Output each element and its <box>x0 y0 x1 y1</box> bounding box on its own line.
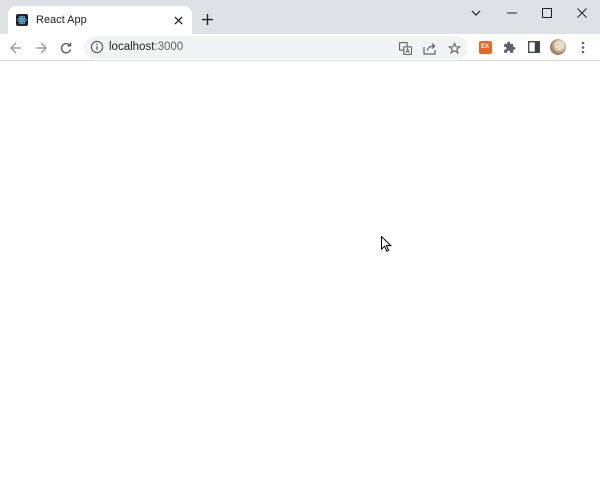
browser-tab[interactable]: React App <box>8 6 192 34</box>
browser-titlebar: React App <box>0 0 600 34</box>
address-bar-url[interactable]: localhost:3000 <box>109 41 183 53</box>
star-icon[interactable] <box>446 40 462 56</box>
translate-icon[interactable] <box>397 40 413 56</box>
close-window-icon[interactable] <box>564 0 600 26</box>
mouse-cursor-icon <box>381 235 393 257</box>
share-icon[interactable] <box>421 40 437 56</box>
extension-button[interactable]: EX <box>477 39 493 55</box>
maximize-icon[interactable] <box>529 0 565 26</box>
arrow-right-icon[interactable] <box>32 39 50 57</box>
arrow-left-icon[interactable] <box>7 39 25 57</box>
new-tab-button[interactable] <box>199 11 215 27</box>
side-panel-icon[interactable] <box>526 39 542 55</box>
info-icon[interactable] <box>90 40 104 54</box>
browser-toolbar: localhost:3000 EX <box>0 34 600 61</box>
kebab-menu-icon[interactable] <box>575 39 591 55</box>
close-tab-icon[interactable] <box>170 12 186 28</box>
minimize-icon[interactable] <box>494 0 530 26</box>
tab-title: React App <box>36 14 87 26</box>
tab-search-icon[interactable] <box>458 0 494 26</box>
address-bar[interactable]: localhost:3000 <box>84 36 468 59</box>
reload-icon[interactable] <box>57 39 75 57</box>
url-host: localhost <box>109 41 155 53</box>
puzzle-icon[interactable] <box>501 39 517 55</box>
profile-avatar-icon <box>550 39 566 55</box>
react-logo-icon <box>16 14 28 26</box>
avatar[interactable] <box>550 39 566 55</box>
extension-ex-icon: EX <box>478 40 492 54</box>
page-content <box>0 61 600 490</box>
url-port: :3000 <box>154 41 184 53</box>
